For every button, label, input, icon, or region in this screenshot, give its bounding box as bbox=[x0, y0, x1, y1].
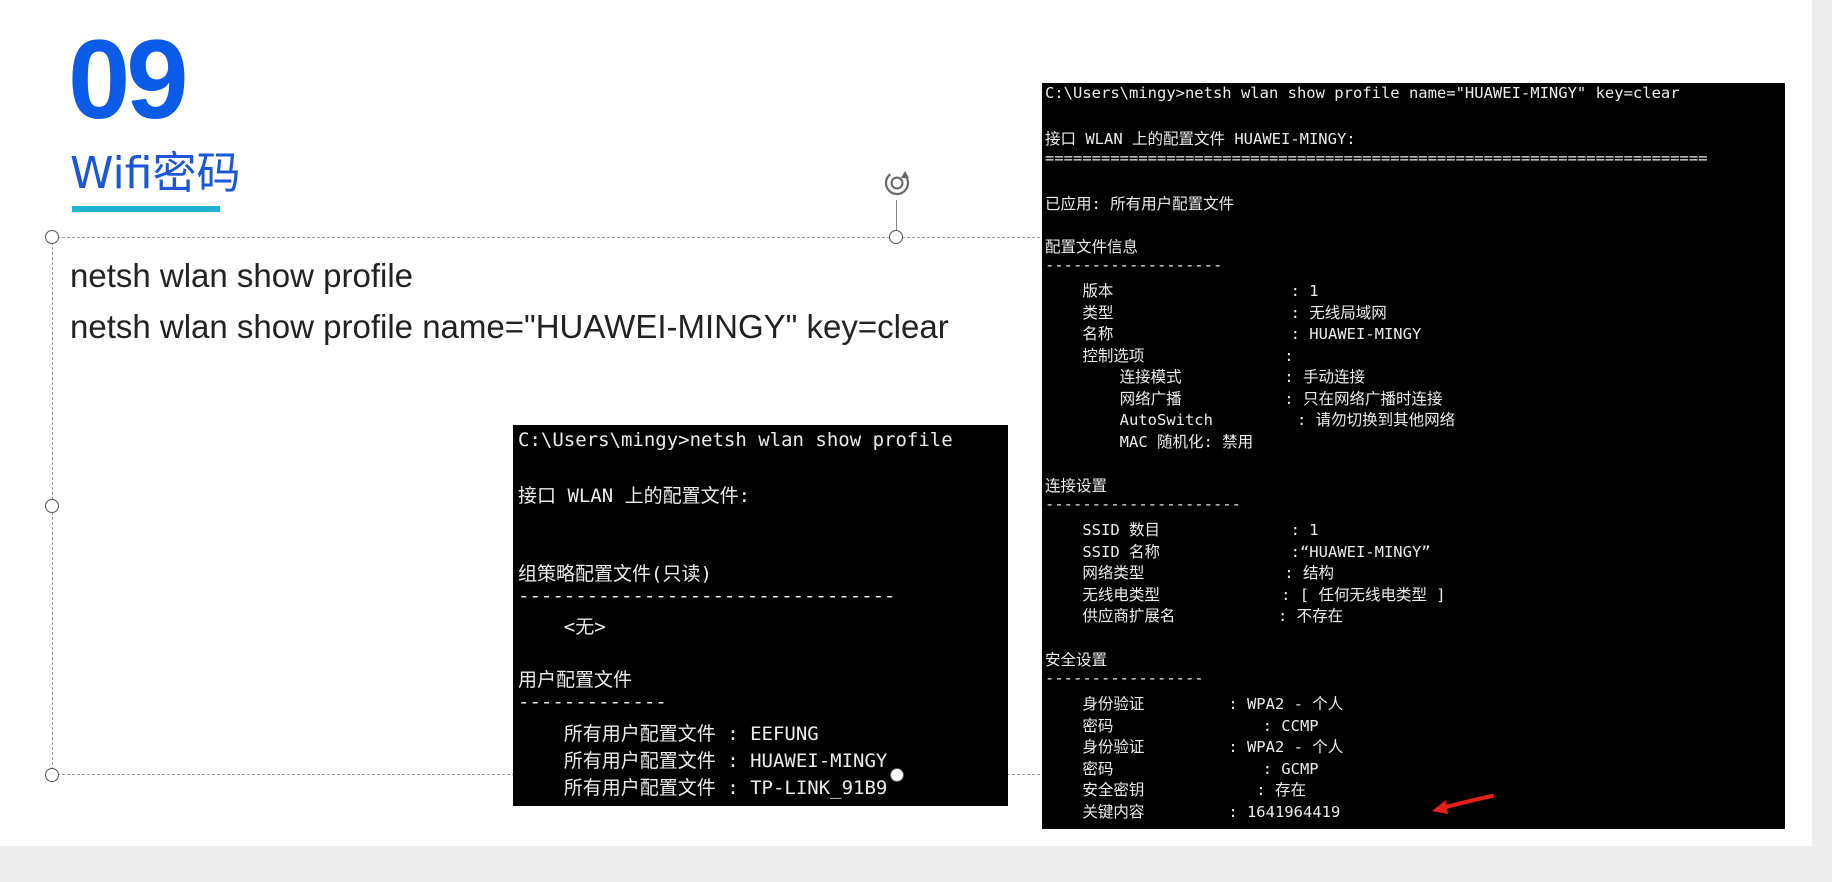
resize-handle-top-center[interactable] bbox=[889, 230, 903, 244]
terminal-rule: --------------------- bbox=[1045, 495, 1241, 513]
terminal-line: 所有用户配置文件 : EEFUNG bbox=[518, 723, 819, 745]
resize-handle-bottom-left[interactable] bbox=[45, 768, 59, 782]
terminal-line: SSID 数目 : 1 bbox=[1045, 521, 1319, 539]
terminal-line: 安全设置 bbox=[1045, 651, 1108, 669]
terminal-line: 配置文件信息 bbox=[1045, 238, 1139, 256]
terminal-prompt: C:\Users\mingy>netsh wlan show profile n… bbox=[1045, 84, 1680, 102]
terminal-line: 组策略配置文件(只读) bbox=[518, 563, 712, 585]
terminal-line: 身份验证 : WPA2 - 个人 bbox=[1045, 738, 1344, 756]
terminal-line: 密码 : CCMP bbox=[1045, 717, 1319, 735]
terminal-line: 身份验证 : WPA2 - 个人 bbox=[1045, 695, 1344, 713]
resize-handle-top-left[interactable] bbox=[45, 230, 59, 244]
terminal-prompt: C:\Users\mingy>netsh wlan show profile bbox=[518, 429, 953, 451]
terminal-screenshot-detail[interactable]: C:\Users\mingy>netsh wlan show profile n… bbox=[1042, 83, 1785, 829]
terminal-line: 接口 WLAN 上的配置文件: bbox=[518, 485, 751, 507]
terminal-line: 供应商扩展名 : 不存在 bbox=[1045, 607, 1344, 625]
resize-handle-bottom-center[interactable] bbox=[890, 768, 904, 782]
terminal-line: 连接模式 : 手动连接 bbox=[1045, 368, 1365, 386]
command-line-1: netsh wlan show profile bbox=[70, 257, 414, 294]
terminal-line: 所有用户配置文件 : TP-LINK_91B9 bbox=[518, 777, 888, 799]
terminal-line: 类型 : 无线局域网 bbox=[1045, 304, 1387, 322]
terminal-line: <无> bbox=[518, 616, 606, 638]
slide-title: Wifi密码 bbox=[70, 148, 241, 199]
resize-handle-middle-left[interactable] bbox=[45, 499, 59, 513]
command-line-2: netsh wlan show profile name="HUAWEI-MIN… bbox=[70, 308, 949, 345]
terminal-line: 网络广播 : 只在网络广播时连接 bbox=[1045, 390, 1443, 408]
terminal-line: 所有用户配置文件 : HUAWEI-MINGY bbox=[518, 750, 888, 772]
slide-number: 09 bbox=[68, 17, 189, 142]
terminal-line: 控制选项 : bbox=[1045, 347, 1294, 365]
terminal-line: 版本 : 1 bbox=[1045, 282, 1319, 300]
terminal-line: SSID 名称 :“HUAWEI-MINGY” bbox=[1045, 543, 1431, 561]
terminal-screenshot-profiles[interactable]: C:\Users\mingy>netsh wlan show profile 接… bbox=[513, 425, 1008, 806]
terminal-line: 连接设置 bbox=[1045, 477, 1108, 495]
terminal-rule: ------------------- bbox=[1045, 256, 1223, 274]
terminal-line: 已应用: 所有用户配置文件 bbox=[1045, 195, 1235, 213]
terminal-line: AutoSwitch : 请勿切换到其他网络 bbox=[1045, 411, 1456, 429]
title-underline bbox=[72, 206, 220, 212]
terminal-rule: --------------------------------- bbox=[518, 585, 896, 607]
terminal-line: 网络类型 : 结构 bbox=[1045, 564, 1334, 582]
terminal-rule: ------------- bbox=[518, 691, 667, 713]
terminal-line-key-content: 关键内容 : 1641964419 bbox=[1045, 803, 1341, 821]
slide-canvas: 09 Wifi密码 netsh wlan show profile netsh … bbox=[0, 0, 1812, 846]
terminal-rule: ----------------- bbox=[1045, 669, 1204, 687]
rotate-handle-icon[interactable] bbox=[880, 166, 914, 200]
command-text[interactable]: netsh wlan show profile netsh wlan show … bbox=[70, 250, 949, 352]
terminal-rule: ========================================… bbox=[1045, 149, 1708, 167]
terminal-line: 用户配置文件 bbox=[518, 669, 633, 691]
terminal-line: 安全密钥 : 存在 bbox=[1045, 781, 1306, 799]
terminal-line: 接口 WLAN 上的配置文件 HUAWEI-MINGY: bbox=[1045, 130, 1356, 148]
terminal-line: 名称 : HUAWEI-MINGY bbox=[1045, 325, 1422, 343]
terminal-line: MAC 随机化: 禁用 bbox=[1045, 433, 1254, 451]
terminal-line: 密码 : GCMP bbox=[1045, 760, 1319, 778]
terminal-line: 无线电类型 : [ 任何无线电类型 ] bbox=[1045, 586, 1446, 604]
red-arrow-annotation bbox=[1432, 794, 1494, 814]
